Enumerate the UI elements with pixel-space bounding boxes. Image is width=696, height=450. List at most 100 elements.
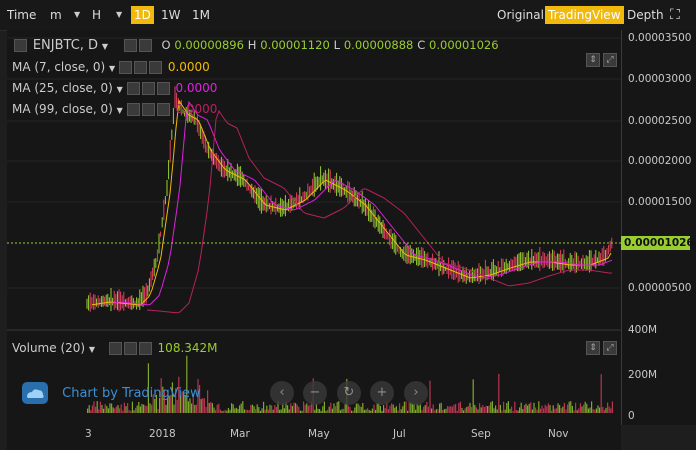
volume-bar bbox=[360, 406, 362, 413]
ma7-legend[interactable]: MA (7, close, 0) ▼ 0.0000 bbox=[12, 60, 210, 74]
volume-bar bbox=[98, 409, 100, 413]
ma99-value: 0.0000 bbox=[175, 102, 218, 116]
interval-1m-button[interactable]: 1M bbox=[192, 6, 210, 24]
view-original-button[interactable]: Original bbox=[497, 6, 544, 24]
minute-chevron-icon[interactable]: ▼ bbox=[74, 6, 80, 24]
volume-bar bbox=[136, 405, 138, 413]
volume-bar bbox=[413, 403, 415, 413]
volume-bar bbox=[104, 404, 106, 413]
time-axis[interactable]: 3 2018 Mar May Jul Sep Nov bbox=[7, 425, 621, 450]
fullscreen-icon[interactable]: ⛶ bbox=[670, 6, 680, 24]
ma7-close-icon[interactable] bbox=[149, 61, 162, 74]
volume-bar bbox=[568, 401, 570, 413]
reset-icon[interactable]: ↻ bbox=[337, 381, 361, 405]
ma25-eye-icon[interactable] bbox=[126, 82, 140, 95]
volume-bar bbox=[471, 407, 473, 413]
ma99-legend[interactable]: MA (99, close, 0) ▼ 0.0000 bbox=[12, 102, 217, 116]
view-depth-button[interactable]: Depth bbox=[627, 6, 664, 24]
volume-bar bbox=[120, 404, 122, 413]
volume-bar bbox=[115, 406, 117, 413]
volume-bar bbox=[429, 380, 431, 413]
volume-bar bbox=[573, 410, 575, 413]
volume-bar bbox=[336, 402, 338, 413]
gear-icon[interactable] bbox=[138, 39, 152, 52]
volume-bar bbox=[327, 409, 329, 413]
volume-chevron-icon[interactable]: ▼ bbox=[89, 345, 95, 354]
volume-bar bbox=[253, 406, 255, 413]
volume-bar bbox=[455, 404, 457, 413]
volume-bar bbox=[519, 407, 521, 413]
volume-bar bbox=[227, 407, 229, 413]
ma99-chevron-icon[interactable]: ▼ bbox=[117, 106, 123, 115]
volume-bar bbox=[111, 403, 113, 413]
zoom-in-icon[interactable]: + bbox=[370, 381, 394, 405]
volume-bar bbox=[173, 404, 175, 413]
volume-bar bbox=[597, 405, 599, 413]
ma25-chevron-icon[interactable]: ▼ bbox=[117, 85, 123, 94]
interval-1w-button[interactable]: 1W bbox=[161, 6, 181, 24]
settings-icon[interactable] bbox=[123, 39, 137, 52]
volume-pane-up-icon[interactable]: ⇕ bbox=[586, 341, 600, 355]
pane-up-icon[interactable]: ⇕ bbox=[586, 53, 600, 67]
volume-bar bbox=[439, 403, 441, 413]
volume-bar bbox=[426, 401, 428, 413]
volume-legend[interactable]: Volume (20) ▼ 108.342M bbox=[12, 341, 218, 355]
volume-bar bbox=[239, 405, 241, 413]
symbol-chevron-icon[interactable]: ▼ bbox=[102, 42, 108, 51]
volume-gear-icon[interactable] bbox=[123, 342, 137, 355]
tradingview-watermark[interactable]: Chart by TradingView bbox=[22, 382, 201, 404]
volume-bar bbox=[511, 406, 513, 413]
volume-bar bbox=[560, 408, 562, 413]
volume-bar bbox=[392, 404, 394, 413]
volume-bar bbox=[95, 406, 97, 413]
volume-bar bbox=[397, 410, 399, 413]
volume-bar bbox=[567, 404, 569, 413]
minute-dropdown[interactable]: m bbox=[50, 6, 62, 24]
price-tick: 0.00002000 bbox=[628, 155, 692, 167]
volume-bar bbox=[210, 401, 212, 413]
volume-bar bbox=[90, 410, 92, 413]
volume-bar bbox=[299, 410, 301, 413]
ma25-close-icon[interactable] bbox=[156, 82, 170, 95]
ma7-eye-icon[interactable] bbox=[119, 61, 132, 74]
ma25-gear-icon[interactable] bbox=[141, 82, 155, 95]
ma99-close-icon[interactable] bbox=[156, 103, 170, 116]
ma7-gear-icon[interactable] bbox=[134, 61, 147, 74]
zoom-out-icon[interactable]: − bbox=[303, 381, 327, 405]
symbol-name[interactable]: ENJBTC, D bbox=[33, 38, 98, 53]
volume-close-icon[interactable] bbox=[138, 342, 152, 355]
volume-bar bbox=[207, 390, 209, 413]
volume-bar bbox=[565, 409, 567, 413]
volume-bar bbox=[234, 408, 236, 413]
volume-bar bbox=[483, 407, 485, 413]
ma25-legend[interactable]: MA (25, close, 0) ▼ 0.0000 bbox=[12, 81, 217, 95]
volume-tick: 400M bbox=[628, 324, 658, 336]
pane-maximize-icon[interactable]: ⤢ bbox=[603, 53, 617, 67]
interval-1d-button[interactable]: 1D bbox=[131, 6, 154, 24]
volume-bar bbox=[498, 373, 500, 413]
volume-bar bbox=[218, 403, 220, 413]
volume-bar bbox=[552, 405, 554, 413]
hour-chevron-icon[interactable]: ▼ bbox=[116, 6, 122, 24]
ohlc-o-label: O bbox=[161, 38, 171, 52]
volume-eye-icon[interactable] bbox=[108, 342, 122, 355]
scroll-right-icon[interactable]: › bbox=[404, 381, 428, 405]
price-axis[interactable]: 0.00003500 0.00003000 0.00002500 0.00002… bbox=[621, 30, 696, 425]
volume-bar bbox=[200, 399, 202, 413]
ma25-value: 0.0000 bbox=[175, 81, 218, 95]
volume-bar bbox=[448, 406, 450, 413]
volume-bar bbox=[347, 405, 349, 413]
scroll-left-icon[interactable]: ‹ bbox=[270, 381, 294, 405]
volume-bar bbox=[589, 407, 591, 413]
volume-bar bbox=[576, 410, 578, 413]
volume-bar bbox=[235, 407, 237, 413]
volume-bar bbox=[330, 402, 332, 413]
hour-dropdown[interactable]: H bbox=[92, 6, 101, 24]
ma7-chevron-icon[interactable]: ▼ bbox=[109, 64, 115, 73]
ma99-eye-icon[interactable] bbox=[126, 103, 140, 116]
volume-bar bbox=[495, 405, 497, 413]
volume-pane-maximize-icon[interactable]: ⤢ bbox=[603, 341, 617, 355]
ma99-gear-icon[interactable] bbox=[141, 103, 155, 116]
view-tradingview-button[interactable]: TradingView bbox=[545, 6, 624, 24]
volume-bar bbox=[456, 410, 458, 413]
